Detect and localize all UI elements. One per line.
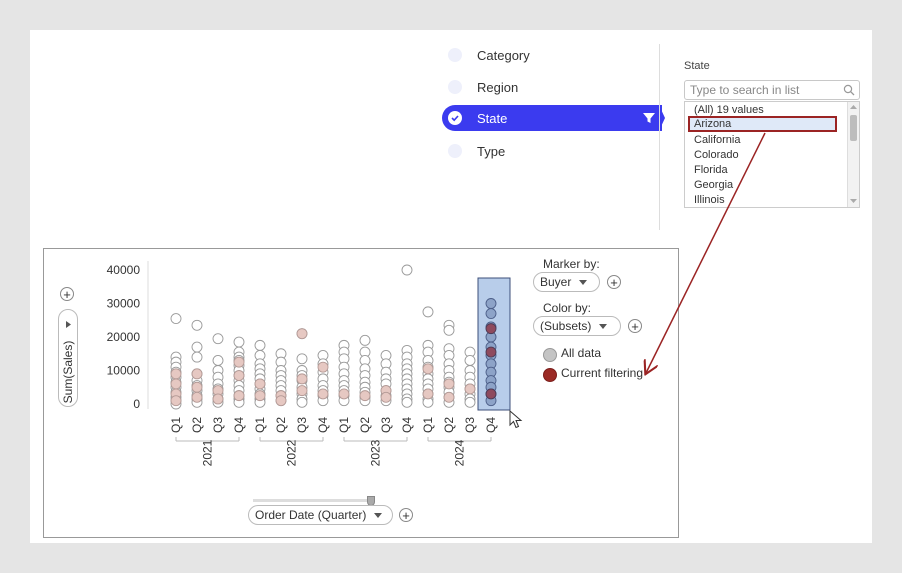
mouse-cursor-icon [509, 410, 523, 429]
app-canvas: Category Region State Type State Type to… [30, 30, 872, 543]
annotation-arrow [30, 132, 766, 543]
